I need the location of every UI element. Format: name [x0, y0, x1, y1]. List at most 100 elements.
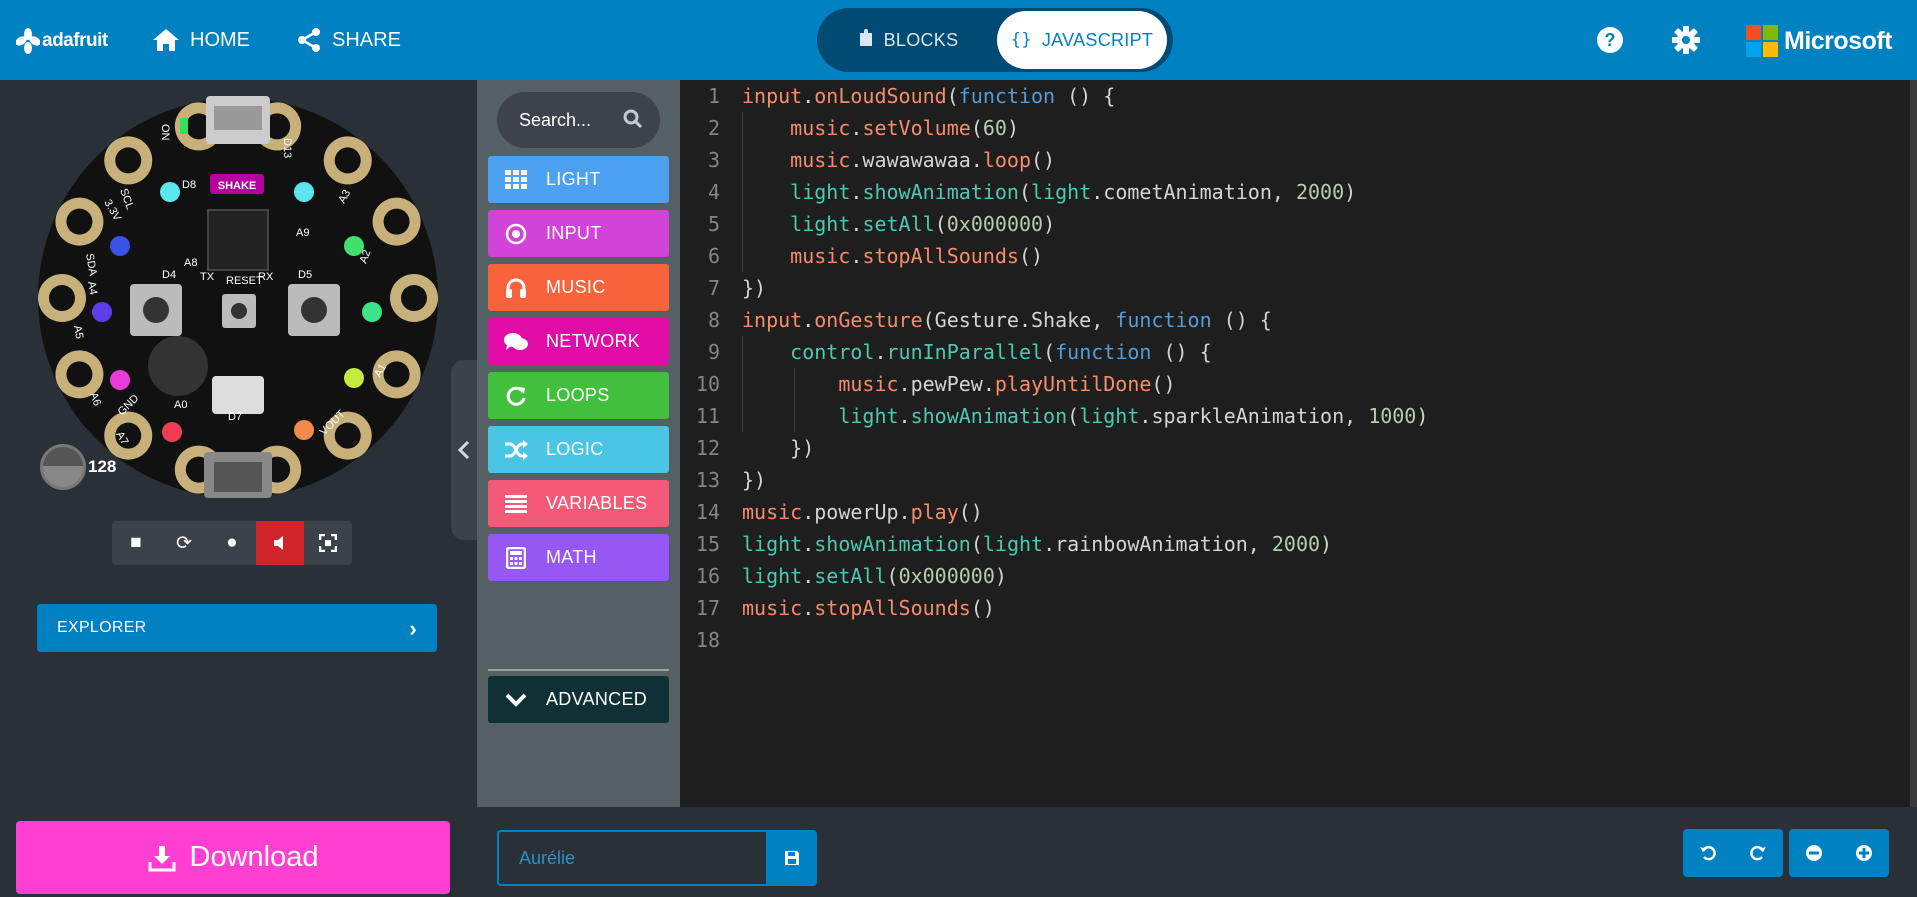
restart-button[interactable]: ⟳ [160, 521, 208, 565]
code-line[interactable]: 3 music.wawawawaa.loop() [680, 144, 1912, 176]
save-icon [784, 851, 799, 865]
blocks-tab[interactable]: BLOCKS [823, 11, 993, 69]
board-pin-label: ON [159, 124, 171, 141]
headphones-icon [504, 276, 528, 300]
settings-button[interactable] [1670, 24, 1702, 56]
led-5 [92, 302, 112, 322]
code-text: }) [742, 468, 767, 492]
led-1 [160, 182, 180, 202]
logo-text: adafruit [42, 30, 108, 51]
editor-scrollbar[interactable] [1910, 80, 1917, 807]
slow-motion-button[interactable]: ● [208, 521, 256, 565]
code-text: light.setAll(0x000000) [742, 564, 1007, 588]
line-number: 8 [707, 308, 720, 332]
code-line[interactable]: 13}) [680, 464, 1912, 496]
download-button[interactable]: Download [16, 821, 450, 894]
led-3 [110, 236, 130, 256]
code-line[interactable]: 1 input.onLoudSound(function () { [680, 80, 1912, 112]
toolbox: Search... LIGHT INPUT MUSIC NETWORK LOOPS LOG… [477, 80, 680, 807]
code-line[interactable]: 7}) [680, 272, 1912, 304]
code-line[interactable]: 16 light.setAll(0x000000) [680, 560, 1912, 592]
category-label: MATH [546, 547, 597, 567]
zoom-out-button[interactable] [1789, 829, 1839, 877]
code-text: light.showAnimation(light.sparkleAnimati… [838, 404, 1429, 428]
volume-knob[interactable] [40, 444, 86, 490]
led-7 [110, 370, 130, 390]
circuit-playground-board[interactable]: SHAKE D13 D8 A8 A9 D4 D5 TX RESET RX D7 … [34, 94, 442, 502]
download-label: Download [189, 841, 319, 873]
refresh-icon [504, 384, 528, 408]
code-line[interactable]: 4 light.showAnimation(light.cometAnimati… [680, 176, 1912, 208]
board-pin-label: A4 [85, 280, 99, 295]
explorer-button[interactable]: EXPLORER › [37, 604, 437, 652]
category-math[interactable]: MATH [488, 534, 669, 581]
code-line[interactable]: 17 music.stopAllSounds() [680, 592, 1912, 624]
restart-icon: ⟳ [176, 532, 192, 554]
chevron-down-icon [504, 688, 528, 712]
code-line[interactable]: 2 music.setVolume(60) [680, 112, 1912, 144]
led-2 [294, 182, 314, 202]
category-advanced[interactable]: ADVANCED [488, 676, 669, 723]
brand-label: Microsoft [1784, 26, 1893, 55]
code-line[interactable]: 9 control.runInParallel(function () { [680, 336, 1912, 368]
code-line[interactable]: 11 light.showAnimation(light.sparkleAnim… [680, 400, 1912, 432]
board-pin-label: D4 [162, 269, 176, 281]
adafruit-logo[interactable]: adafruit [16, 24, 108, 58]
volume-control[interactable]: 128 [40, 444, 116, 490]
code-line[interactable]: 5 light.setAll(0x000000) [680, 208, 1912, 240]
category-variables[interactable]: VARIABLES [488, 480, 669, 527]
toolbox-search[interactable]: Search... [497, 92, 660, 148]
code-line[interactable]: 14 music.powerUp.play() [680, 496, 1912, 528]
share-button[interactable]: SHARE [296, 24, 401, 56]
redo-button[interactable] [1733, 829, 1783, 877]
help-button[interactable]: ? [1594, 24, 1626, 56]
code-line[interactable]: 18 [680, 624, 1912, 656]
code-line[interactable]: 8 input.onGesture(Gesture.Shake, function… [680, 304, 1912, 336]
shuffle-icon [504, 438, 528, 462]
flower-icon [16, 28, 40, 54]
undo-button[interactable] [1683, 829, 1733, 877]
line-number: 4 [707, 180, 720, 204]
calculator-icon [504, 546, 528, 570]
code-line[interactable]: 6 music.stopAllSounds() [680, 240, 1912, 272]
code-line[interactable]: 10 music.pewPew.playUntilDone() [680, 368, 1912, 400]
code-editor[interactable]: 1 input.onLoudSound(function () { 2 music.… [680, 80, 1912, 807]
code-text: input.onLoudSound(function () { [742, 84, 1116, 108]
stop-button[interactable]: ■ [112, 521, 160, 565]
category-loops[interactable]: LOOPS [488, 372, 669, 419]
category-light[interactable]: LIGHT [488, 156, 669, 203]
save-button[interactable] [766, 830, 817, 886]
zoom-in-icon [1856, 845, 1872, 861]
project-name-input[interactable] [497, 830, 766, 886]
help-icon: ? [1597, 27, 1623, 53]
braces-icon: {} [1010, 30, 1032, 50]
javascript-label: JAVASCRIPT [1041, 29, 1154, 50]
collapse-simulator-button[interactable] [451, 360, 477, 540]
category-music[interactable]: MUSIC [488, 264, 669, 311]
line-number: 1 [707, 84, 720, 108]
code-text: music.stopAllSounds() [742, 596, 995, 620]
category-input[interactable]: INPUT [488, 210, 669, 257]
home-icon [153, 29, 179, 51]
fullscreen-icon [319, 534, 337, 552]
advanced-label: ADVANCED [546, 689, 648, 709]
javascript-tab[interactable]: {} JAVASCRIPT [997, 11, 1167, 69]
category-network[interactable]: NETWORK [488, 318, 669, 365]
status-led [180, 118, 188, 134]
board-pin-label: D13 [281, 138, 293, 158]
fullscreen-button[interactable] [304, 521, 352, 565]
code-line[interactable]: 15 light.showAnimation(light.rainbowAnima… [680, 528, 1912, 560]
category-logic[interactable]: LOGIC [488, 426, 669, 473]
top-bar: adafruit HOME SHARE BLOCKS {} JAVASCRIPT… [0, 0, 1917, 80]
toolbox-divider [488, 669, 669, 671]
zoom-in-button[interactable] [1839, 829, 1889, 877]
line-number: 17 [695, 596, 720, 620]
microsoft-logo[interactable]: Microsoft [1746, 24, 1893, 58]
search-icon [623, 109, 643, 129]
category-label: LOGIC [546, 439, 604, 459]
code-line[interactable]: 12 }) [680, 432, 1912, 464]
line-number: 11 [695, 404, 720, 428]
home-button[interactable]: HOME [152, 24, 250, 56]
mute-button[interactable] [256, 521, 304, 565]
line-number: 18 [695, 628, 720, 652]
